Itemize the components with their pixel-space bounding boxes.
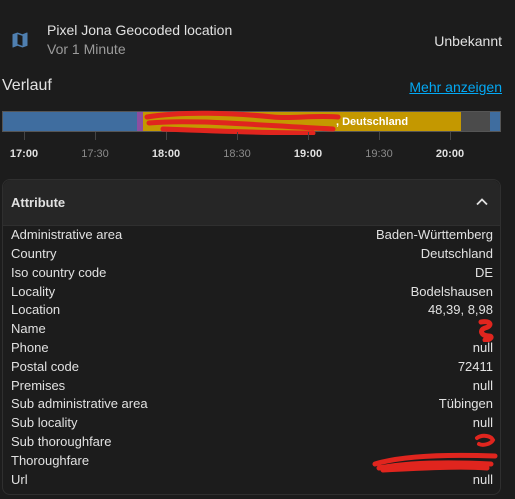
attribute-value: 72411: [457, 359, 493, 374]
tick-mark: [450, 132, 451, 140]
attribute-row: Administrative area Baden-Württemberg: [11, 227, 493, 246]
history-timeline[interactable]: , Deutschland: [2, 110, 501, 135]
attribute-row: Country Deutschland: [11, 246, 493, 265]
redaction-mark: [372, 452, 498, 473]
attribute-value: null: [472, 472, 493, 487]
attribute-row: Premises null: [11, 378, 493, 397]
tick-label: 17:00: [9, 148, 39, 160]
attribute-value: Baden-Württemberg: [375, 227, 493, 242]
history-title: Verlauf: [2, 77, 52, 94]
attribute-value: null: [472, 378, 493, 393]
attribute-value: Tübingen: [438, 396, 493, 411]
attribute-row: Sub administrative area Tübingen: [11, 396, 493, 415]
tick-label: 18:30: [223, 148, 251, 160]
entity-header[interactable]: Pixel Jona Geocoded location Vor 1 Minut…: [0, 0, 515, 70]
tick-mark: [237, 132, 238, 140]
attribute-row: Iso country code DE: [11, 265, 493, 284]
attribute-row: Locality Bodelshausen: [11, 284, 493, 303]
attribute-key: Postal code: [11, 359, 79, 374]
attribute-key: Location: [11, 302, 61, 317]
attributes-title: Attribute: [11, 195, 66, 210]
tick-mark: [308, 132, 309, 140]
entity-state: Unbekannt: [434, 33, 502, 49]
attribute-value: DE: [474, 265, 493, 280]
attribute-key: Phone: [11, 340, 49, 355]
tick-label: 18:00: [151, 148, 181, 160]
redaction-mark: [144, 110, 341, 135]
attributes-card: Attribute Administrative area Baden-Württ…: [2, 179, 501, 495]
attribute-value: 48,39, 8,98: [427, 302, 493, 317]
timeline-segment[interactable]: [490, 112, 500, 131]
attribute-row: Postal code 72411: [11, 359, 493, 378]
tick-mark: [379, 132, 380, 140]
tick-label: 19:30: [365, 148, 393, 160]
tick-label: 20:00: [435, 148, 465, 160]
attribute-key: Country: [11, 246, 57, 261]
attribute-key: Thoroughfare: [11, 453, 90, 468]
attribute-key: Url: [11, 472, 28, 487]
attribute-key: Sub thoroughfare: [11, 434, 112, 449]
attribute-key: Iso country code: [11, 265, 107, 280]
chevron-up-icon[interactable]: [474, 194, 490, 210]
attribute-row: Url null: [11, 472, 493, 491]
tick-label: 19:00: [293, 148, 323, 160]
attribute-row: Sub locality null: [11, 415, 493, 434]
redaction-mark: [478, 319, 494, 342]
tick-label: 17:30: [81, 148, 109, 160]
attribute-key: Sub administrative area: [11, 396, 148, 411]
timeline-segment[interactable]: [3, 112, 137, 131]
attribute-key: Premises: [11, 378, 66, 393]
timeline-segment-label: , Deutschland: [336, 116, 409, 128]
attribute-value: Bodelshausen: [410, 284, 493, 299]
attribute-key: Locality: [11, 284, 56, 299]
attribute-value: null: [472, 340, 493, 355]
tick-mark: [166, 132, 167, 140]
show-more-link[interactable]: Mehr anzeigen: [409, 79, 502, 95]
last-changed: Vor 1 Minute: [47, 41, 126, 57]
attribute-key: Name: [11, 321, 46, 336]
attribute-value: null: [472, 415, 493, 430]
attribute-key: Sub locality: [11, 415, 78, 430]
tick-mark: [95, 132, 96, 140]
attribute-key: Administrative area: [11, 227, 123, 242]
timeline-segment[interactable]: [461, 112, 490, 131]
attribute-row: Location 48,39, 8,98: [11, 302, 493, 321]
attributes-header[interactable]: Attribute: [3, 180, 500, 226]
map-icon: [10, 30, 30, 50]
entity-name: Pixel Jona Geocoded location: [47, 22, 233, 38]
attribute-row: Phone null: [11, 340, 493, 359]
attribute-row: Name: [11, 321, 493, 340]
attribute-value: Deutschland: [420, 246, 493, 261]
tick-mark: [24, 132, 25, 140]
